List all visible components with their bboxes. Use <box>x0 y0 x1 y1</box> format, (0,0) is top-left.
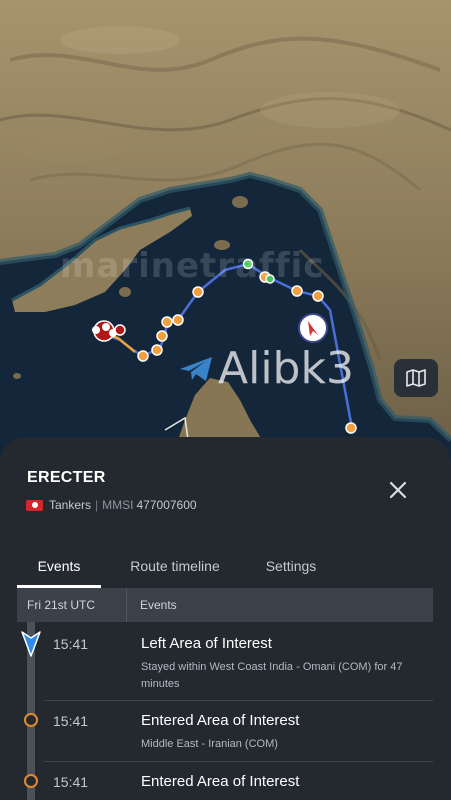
event-description: Stayed within West Coast India - Omani (… <box>141 661 403 690</box>
close-icon <box>389 481 407 499</box>
map-view[interactable]: marinetraffic Alibk3 <box>0 0 451 470</box>
mmsi-value: 477007600 <box>136 498 197 512</box>
event-title: Left Area of Interest <box>141 635 272 652</box>
hong-kong-flag-icon <box>26 499 43 511</box>
current-position-marker-icon <box>21 631 41 657</box>
event-description: Middle East - Iranian (COM) <box>141 738 278 750</box>
vessel-meta: Tankers | MMSI 477007600 <box>26 498 197 512</box>
panel-tabs: Events Route timeline Settings <box>17 545 433 587</box>
channel-watermark-text: Alibk3 <box>218 343 354 394</box>
events-table-header: Fri 21st UTC Events <box>17 588 433 622</box>
timeline-dot <box>24 774 38 788</box>
date-column-header: Fri 21st UTC <box>17 588 127 622</box>
row-divider <box>44 700 433 701</box>
telegram-icon <box>180 356 212 381</box>
event-title: Entered Area of Interest <box>141 773 300 790</box>
event-time: 15:41 <box>53 636 89 652</box>
map-layers-icon <box>406 369 426 387</box>
event-time: 15:41 <box>53 713 89 729</box>
map-watermark: marinetraffic <box>60 246 325 286</box>
vessel-position-icon[interactable] <box>297 312 329 344</box>
channel-watermark: Alibk3 <box>178 343 354 394</box>
satellite-map <box>0 0 451 470</box>
events-column-header: Events <box>140 598 177 612</box>
tab-route-timeline[interactable]: Route timeline <box>101 545 249 587</box>
meta-separator: | <box>95 498 99 512</box>
vessel-type: Tankers <box>49 498 92 512</box>
event-title: Entered Area of Interest <box>141 712 300 729</box>
tab-settings[interactable]: Settings <box>249 545 333 587</box>
tab-events[interactable]: Events <box>17 545 101 587</box>
map-layers-button[interactable] <box>394 359 438 397</box>
event-time: 15:41 <box>53 774 89 790</box>
row-divider <box>44 761 433 762</box>
timeline-dot <box>24 713 38 727</box>
close-button[interactable] <box>384 476 412 504</box>
mmsi-label: MMSI <box>102 498 134 512</box>
vessel-name: ERECTER <box>27 469 106 486</box>
